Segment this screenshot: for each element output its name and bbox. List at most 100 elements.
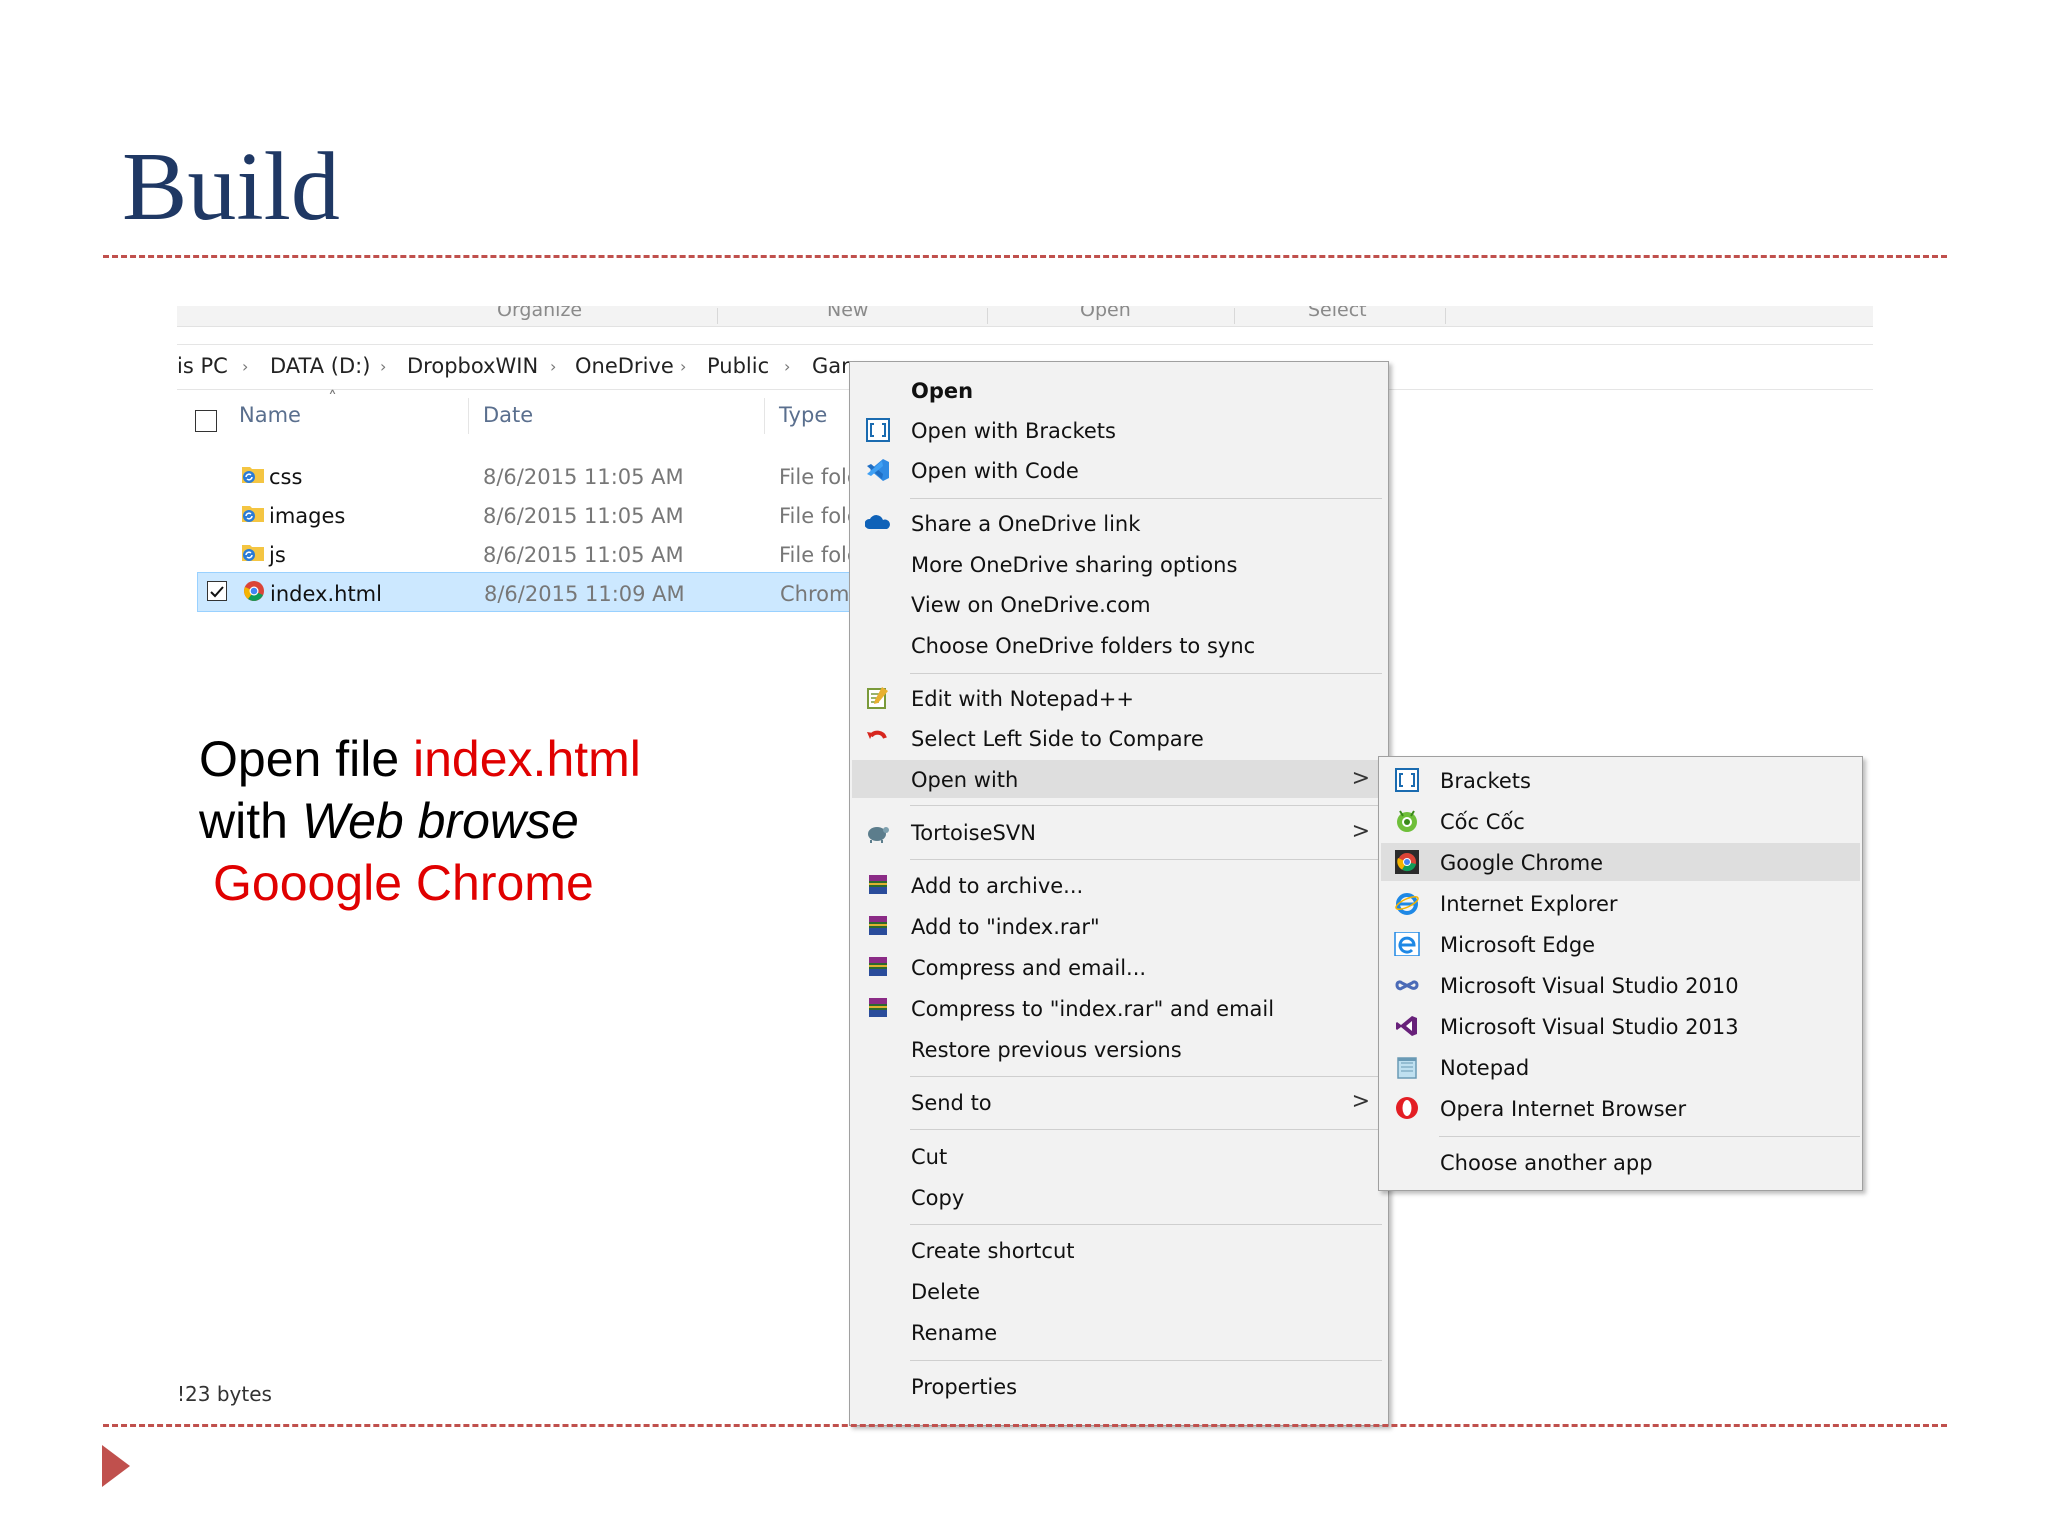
breadcrumb-item[interactable]: is PC [177,354,228,378]
submenu-arrow-icon: > [1351,819,1370,844]
menu-label: Select Left Side to Compare [911,727,1204,751]
menu-add-to-archive[interactable]: Add to archive... [852,866,1386,904]
submenu-google-chrome[interactable]: Google Chrome [1381,843,1860,881]
menu-tortoisesvn[interactable]: TortoiseSVN > [852,813,1386,851]
winrar-icon [869,998,887,1017]
instruction-line2-prefix: with [199,793,302,849]
opera-icon [1396,1097,1418,1119]
ribbon-select[interactable]: Select [1308,306,1367,321]
menu-restore-previous-versions[interactable]: Restore previous versions [852,1030,1386,1068]
notepad-icon [1397,1057,1417,1079]
file-name: index.html [270,582,382,606]
row-checkbox[interactable] [207,581,227,601]
instruction-browser-italic: Web browse [301,793,579,849]
coccoc-icon [1397,810,1417,832]
ribbon-new[interactable]: New [827,306,868,321]
submenu-vs-2013[interactable]: Microsoft Visual Studio 2013 [1381,1007,1860,1045]
menu-label: Compress to "index.rar" and email [911,997,1275,1021]
slide-title: Build [122,133,340,241]
column-date[interactable]: Date [483,403,533,427]
onedrive-icon [865,515,890,529]
compare-icon [867,730,887,739]
menu-open-with-code[interactable]: Open with Code [852,451,1386,489]
column-divider[interactable] [468,398,469,434]
submenu-label: Brackets [1440,769,1531,793]
chevron-right-icon: › [784,357,791,376]
submenu-opera[interactable]: Opera Internet Browser [1381,1089,1860,1127]
menu-compress-index-rar-email[interactable]: Compress to "index.rar" and email [852,989,1386,1027]
synced-folder-icon [242,506,264,522]
breadcrumb-item[interactable]: DropboxWIN [407,354,538,378]
menu-choose-onedrive-folders[interactable]: Choose OneDrive folders to sync [852,626,1386,664]
menu-share-onedrive-link[interactable]: Share a OneDrive link [852,504,1386,542]
menu-open-with[interactable]: Open with > [852,760,1386,798]
synced-folder-icon [242,545,264,561]
submenu-notepad[interactable]: Notepad [1381,1048,1860,1086]
menu-properties[interactable]: Properties [852,1367,1386,1405]
menu-add-to-index-rar[interactable]: Add to "index.rar" [852,907,1386,945]
menu-more-onedrive-options[interactable]: More OneDrive sharing options [852,545,1386,583]
menu-copy[interactable]: Copy [852,1178,1386,1216]
ribbon-sep [717,308,718,324]
breadcrumb-item[interactable]: OneDrive [575,354,674,378]
column-type[interactable]: Type [779,403,827,427]
menu-label: Share a OneDrive link [911,512,1141,536]
ribbon-sep [1234,308,1235,324]
submenu-internet-explorer[interactable]: Internet Explorer [1381,884,1860,922]
ribbon-organize[interactable]: Organize [497,306,582,321]
menu-send-to[interactable]: Send to > [852,1083,1386,1121]
notepadpp-icon [867,687,888,709]
menu-open[interactable]: Open [852,371,1386,409]
open-with-submenu: Brackets Cốc Cốc Google Chrome Internet … [1378,756,1863,1191]
slide-instructions: Open file index.html with Web browse Goo… [199,728,641,914]
column-name[interactable]: Name [239,403,301,427]
menu-label: View on OneDrive.com [911,593,1151,617]
submenu-label: Internet Explorer [1440,892,1618,916]
file-type: Chrom [780,582,850,606]
menu-label: Copy [911,1186,965,1210]
menu-edit-notepadpp[interactable]: Edit with Notepad++ [852,679,1386,717]
ribbon-sep [987,308,988,324]
chrome-icon [1395,850,1419,874]
brackets-icon [1395,768,1419,792]
menu-view-on-onedrive[interactable]: View on OneDrive.com [852,585,1386,623]
menu-separator [910,1129,1382,1130]
ribbon-open[interactable]: Open [1080,306,1131,321]
winrar-icon [869,957,887,976]
submenu-arrow-icon: > [1351,1089,1370,1114]
menu-compress-and-email[interactable]: Compress and email... [852,948,1386,986]
menu-create-shortcut[interactable]: Create shortcut [852,1231,1386,1269]
ribbon-groups: Organize New Open Select [177,306,1873,327]
menu-label: Send to [911,1091,992,1115]
column-headers: Name ˄ Date Type [177,388,877,436]
menu-label: Choose OneDrive folders to sync [911,634,1256,658]
submenu-coccoc[interactable]: Cốc Cốc [1381,802,1860,840]
submenu-choose-another-app[interactable]: Choose another app [1381,1143,1860,1181]
menu-cut[interactable]: Cut [852,1137,1386,1175]
menu-label: Create shortcut [911,1239,1075,1263]
menu-delete[interactable]: Delete [852,1272,1386,1310]
breadcrumb-item[interactable]: Public [707,354,769,378]
submenu-vs-2010[interactable]: Microsoft Visual Studio 2010 [1381,966,1860,1004]
submenu-microsoft-edge[interactable]: Microsoft Edge [1381,925,1860,963]
column-divider[interactable] [764,398,765,434]
menu-label: More OneDrive sharing options [911,553,1238,577]
menu-label: Add to "index.rar" [911,915,1100,939]
status-bar-size: !23 bytes [177,1382,272,1406]
edge-icon [1394,932,1420,956]
submenu-label: Microsoft Visual Studio 2010 [1440,974,1739,998]
menu-rename[interactable]: Rename [852,1313,1386,1351]
menu-select-left-compare[interactable]: Select Left Side to Compare [852,719,1386,757]
menu-label: Rename [911,1321,998,1345]
submenu-label: Microsoft Visual Studio 2013 [1440,1015,1739,1039]
menu-label: Open with Code [911,459,1079,483]
chevron-right-icon: › [242,357,249,376]
chevron-right-icon: › [680,357,687,376]
submenu-arrow-icon: > [1351,766,1370,791]
file-name: images [269,504,346,528]
menu-open-with-brackets[interactable]: Open with Brackets [852,411,1386,449]
vscode-icon [867,459,889,481]
submenu-brackets[interactable]: Brackets [1381,761,1860,799]
breadcrumb-item[interactable]: DATA (D:) [270,354,370,378]
brackets-icon [866,418,890,442]
